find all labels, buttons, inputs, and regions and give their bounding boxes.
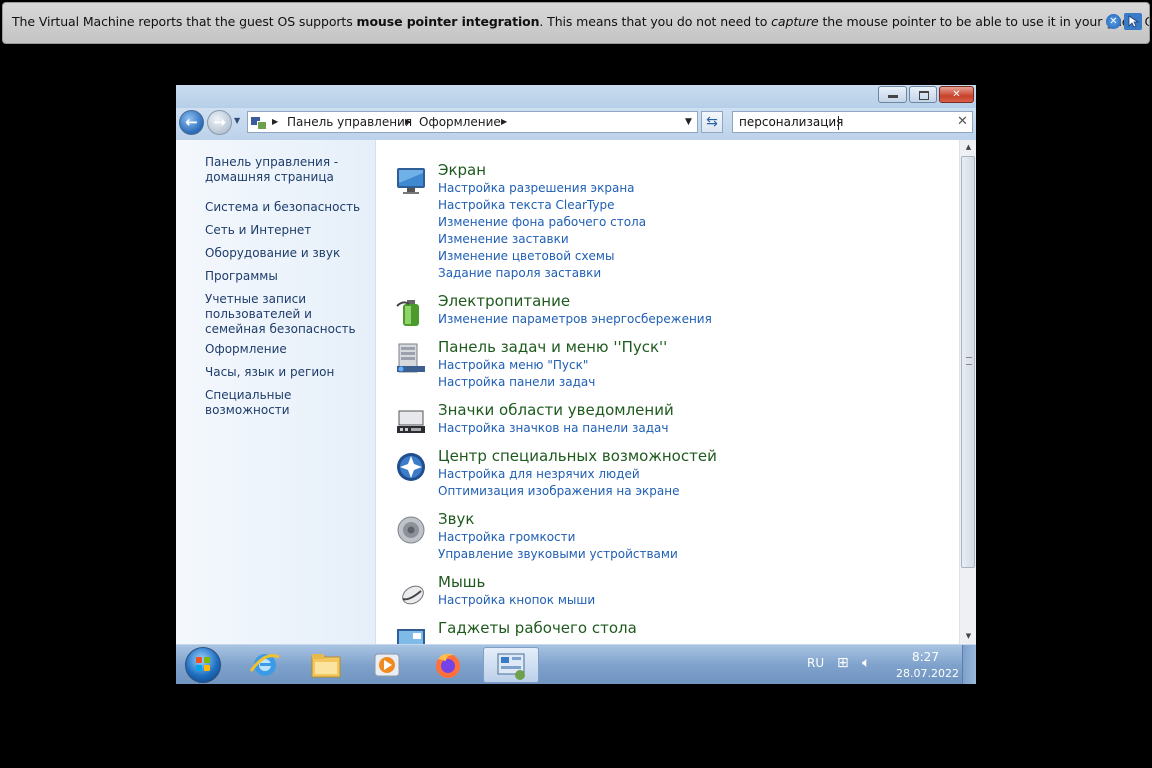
scroll-up-icon[interactable]: ▲ <box>960 140 976 155</box>
start-orb[interactable] <box>185 647 221 683</box>
sidebar-item-hardware-sound[interactable]: Оборудование и звук <box>205 246 370 261</box>
restore-button[interactable] <box>909 86 937 103</box>
control-panel-icon[interactable] <box>483 647 539 683</box>
category-title[interactable]: Электропитание <box>438 292 570 310</box>
breadcrumb-arrow-icon[interactable]: ▶ <box>501 117 507 126</box>
firefox-icon[interactable] <box>420 647 476 683</box>
category-link[interactable]: Настройка значков на панели задач <box>438 421 668 435</box>
sidebar: Панель управления - домашняя страница Си… <box>176 140 376 644</box>
close-icon[interactable]: ✕ <box>1106 14 1121 29</box>
breadcrumb-control-panel[interactable]: Панель управления <box>287 115 412 129</box>
sidebar-item-user-accounts[interactable]: Учетные записи пользователей и семейная … <box>205 292 370 337</box>
media-player-icon[interactable] <box>359 647 415 683</box>
vbox-notification-bar: The Virtual Machine reports that the gue… <box>2 2 1150 44</box>
category-title[interactable]: Гаджеты рабочего стола <box>438 619 637 637</box>
category-link[interactable]: Настройка текста ClearType <box>438 198 614 212</box>
mouse-integration-icon[interactable] <box>1124 13 1142 30</box>
recent-pages-dropdown[interactable]: ▼ <box>234 116 240 125</box>
clock-date[interactable]: 28.07.2022 <box>896 667 959 680</box>
navigation-bar: ← → ▼ ▶ Панель управления ▶ Оформление ▶… <box>176 108 976 140</box>
category-link[interactable]: Настройка кнопок мыши <box>438 593 595 607</box>
text-cursor-icon <box>838 116 841 130</box>
control-panel-icon <box>251 115 267 130</box>
window-titlebar: ✕ <box>176 85 976 108</box>
language-indicator[interactable]: RU <box>807 656 824 670</box>
scroll-down-icon[interactable]: ▼ <box>960 629 976 644</box>
notification-area-icon <box>397 410 425 433</box>
sidebar-item-system-security[interactable]: Система и безопасность <box>205 200 370 215</box>
minimize-button[interactable] <box>878 86 907 103</box>
category-link[interactable]: Изменение параметров энергосбережения <box>438 312 712 326</box>
taskbar: RU ⊞ 🔈︎ 8:27 28.07.2022 <box>176 644 976 684</box>
clear-search-icon[interactable]: ✕ <box>957 114 968 129</box>
file-explorer-icon[interactable] <box>298 647 354 683</box>
arrow-right-icon: → <box>213 113 226 131</box>
category-link[interactable]: Изменение заставки <box>438 232 569 246</box>
category-link[interactable]: Настройка для незрячих людей <box>438 467 640 481</box>
gadgets-icon <box>397 629 425 644</box>
speaker-icon <box>397 516 425 544</box>
breadcrumb-arrow-icon[interactable]: ▶ <box>272 117 278 126</box>
address-bar[interactable]: ▶ Панель управления ▶ Оформление ▶ ▼ <box>247 111 698 133</box>
main-content: Экран Настройка разрешения экрана Настро… <box>376 140 959 644</box>
refresh-button[interactable]: ⇆ <box>701 111 723 133</box>
breadcrumb-arrow-icon[interactable]: ▶ <box>405 117 411 126</box>
sidebar-item-clock-region[interactable]: Часы, язык и регион <box>205 365 370 380</box>
forward-button[interactable]: → <box>207 110 232 135</box>
sidebar-item-appearance[interactable]: Оформление <box>205 342 370 357</box>
category-title[interactable]: Экран <box>438 161 486 179</box>
scrollbar-thumb[interactable] <box>961 156 975 568</box>
category-link[interactable]: Настройка громкости <box>438 530 575 544</box>
category-link[interactable]: Настройка меню "Пуск" <box>438 358 588 372</box>
close-window-button[interactable]: ✕ <box>939 86 974 103</box>
volume-icon[interactable]: 🔈︎ <box>862 655 870 671</box>
category-link[interactable]: Настройка панели задач <box>438 375 595 389</box>
show-desktop-button[interactable] <box>962 645 976 684</box>
address-dropdown-icon[interactable]: ▼ <box>685 117 692 127</box>
internet-explorer-icon[interactable] <box>237 647 293 683</box>
notification-text: The Virtual Machine reports that the gue… <box>12 14 1150 29</box>
category-title[interactable]: Значки области уведомлений <box>438 401 674 419</box>
back-button[interactable]: ← <box>179 110 204 135</box>
category-title[interactable]: Мышь <box>438 573 485 591</box>
clock-time[interactable]: 8:27 <box>912 650 939 664</box>
network-icon[interactable]: ⊞ <box>837 655 849 671</box>
vertical-scrollbar[interactable]: ▲ ▼ <box>959 140 976 644</box>
category-title[interactable]: Центр специальных возможностей <box>438 447 717 465</box>
sidebar-item-network[interactable]: Сеть и Интернет <box>205 223 370 238</box>
sidebar-item-accessibility[interactable]: Специальные возможности <box>205 388 370 418</box>
category-title[interactable]: Звук <box>438 510 474 528</box>
battery-icon <box>396 300 419 326</box>
category-title[interactable]: Панель задач и меню ''Пуск'' <box>438 338 667 356</box>
breadcrumb-appearance[interactable]: Оформление <box>419 115 501 129</box>
accessibility-icon <box>397 453 425 481</box>
mouse-icon <box>402 585 424 605</box>
category-link[interactable]: Оптимизация изображения на экране <box>438 484 679 498</box>
arrow-left-icon: ← <box>185 113 198 131</box>
search-input[interactable]: персонализация ✕ <box>732 111 973 133</box>
taskbar-icon <box>397 343 425 373</box>
sidebar-item-home[interactable]: Панель управления - домашняя страница <box>205 155 370 185</box>
category-link[interactable]: Изменение фона рабочего стола <box>438 215 646 229</box>
sidebar-item-programs[interactable]: Программы <box>205 269 370 284</box>
monitor-icon <box>397 168 425 194</box>
guest-screen: ✕ ← → ▼ ▶ Панель управления ▶ Оформление… <box>176 85 976 684</box>
category-link[interactable]: Задание пароля заставки <box>438 266 601 280</box>
restore-icon <box>919 91 929 100</box>
category-link[interactable]: Настройка разрешения экрана <box>438 181 635 195</box>
category-link[interactable]: Управление звуковыми устройствами <box>438 547 678 561</box>
category-link[interactable]: Изменение цветовой схемы <box>438 249 614 263</box>
minimize-icon <box>888 95 898 98</box>
search-value: персонализация <box>739 115 844 129</box>
